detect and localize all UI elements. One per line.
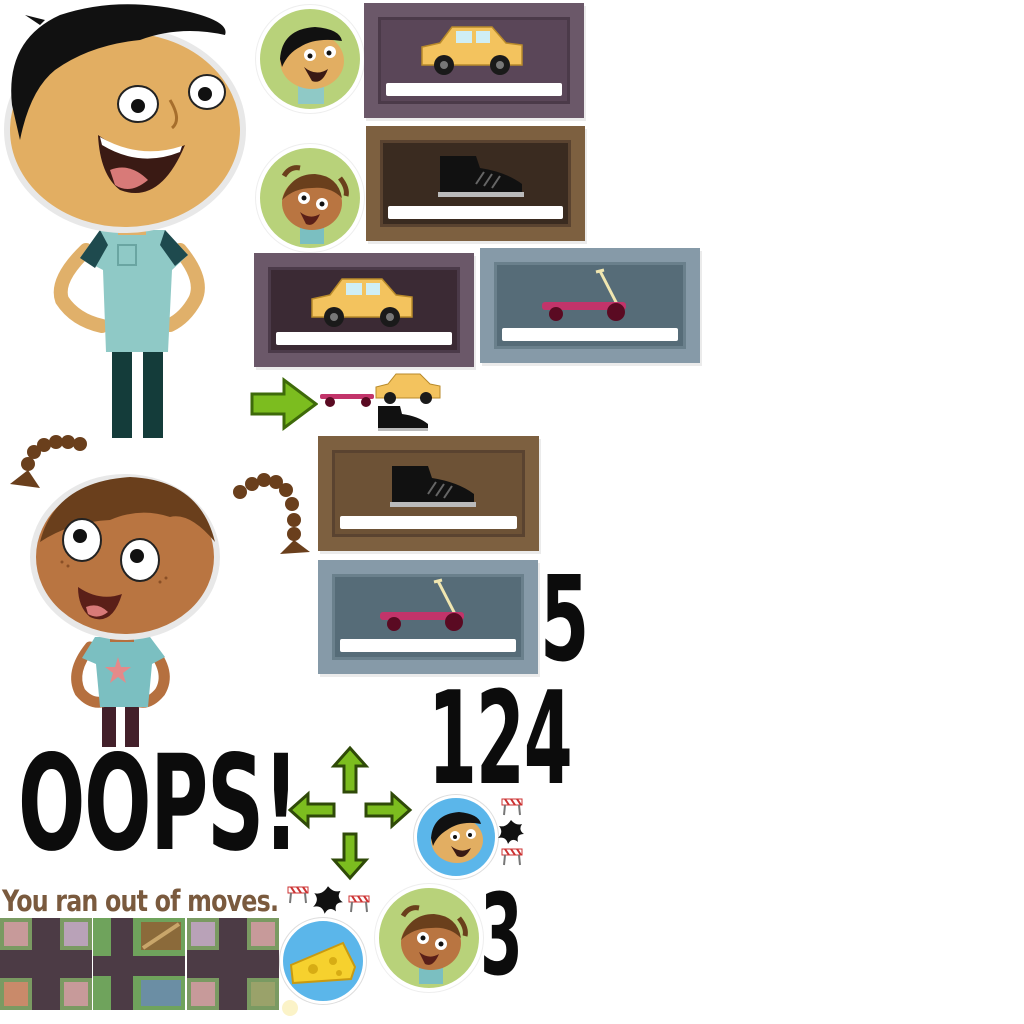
girl-avatar-bubble-2: [375, 884, 483, 992]
road-barrier-icon: [501, 848, 523, 866]
card-scooter-2[interactable]: [318, 560, 538, 674]
oops-title: OOPS!: [18, 727, 299, 881]
taxi-car-icon: [421, 26, 523, 75]
move-count-3: 3: [480, 871, 523, 1001]
ink-splat-icon: [498, 820, 524, 844]
green-arrow-icon: [250, 377, 318, 431]
map-tile-1: [0, 918, 92, 1010]
scooter-icon: [320, 394, 374, 407]
map-tile-2: [93, 918, 185, 1010]
boy-avatar-blue: [414, 795, 498, 879]
scooter-icon: [542, 268, 626, 321]
sneaker-icon: [378, 406, 428, 431]
cheese-icon: [289, 941, 357, 985]
card-shoe-2[interactable]: [318, 436, 539, 551]
move-count-5: 5: [540, 550, 589, 688]
road-barrier-icon: [348, 895, 370, 913]
sneaker-icon: [390, 466, 476, 507]
girl-avatar-bubble: [256, 144, 364, 252]
card-car-2[interactable]: [254, 253, 474, 367]
boy-character: [0, 0, 260, 440]
road-barrier-icon: [287, 886, 309, 904]
girl-character: [0, 432, 320, 747]
arrow-up-icon: [330, 745, 370, 794]
taxi-car-icon: [311, 278, 413, 327]
road-barrier-icon: [501, 798, 523, 816]
card-shoe[interactable]: [366, 126, 585, 241]
card-car[interactable]: [364, 3, 584, 118]
arrow-right-icon: [364, 790, 413, 830]
boy-avatar-bubble: [256, 5, 364, 113]
map-tile-3: [187, 918, 279, 1010]
arrow-left-icon: [287, 790, 336, 830]
move-count-124: 124: [428, 665, 573, 814]
cheese-bubble: [280, 918, 366, 1004]
card-scooter[interactable]: [480, 248, 700, 363]
small-dot: [282, 1000, 298, 1016]
taxi-car-icon: [375, 373, 441, 404]
direction-arrows: [286, 744, 414, 882]
ran-out-message: You ran out of moves.: [2, 884, 279, 918]
scooter-icon: [380, 578, 464, 631]
arrow-down-icon: [330, 832, 370, 881]
ink-splat-icon: [313, 886, 343, 914]
sneaker-icon: [438, 156, 524, 197]
